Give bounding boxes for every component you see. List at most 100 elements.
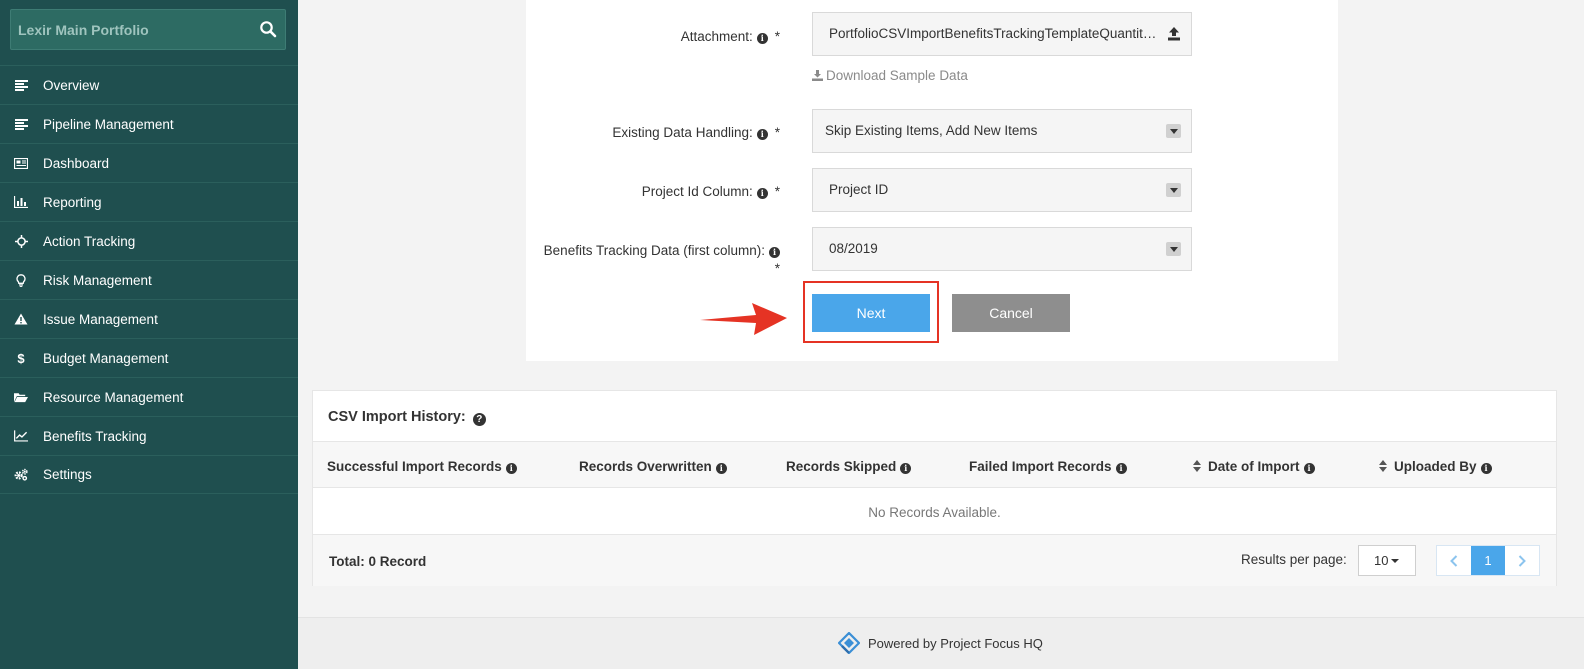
select-value: Project ID [829,182,889,197]
sidebar-item-label: Reporting [43,194,102,210]
attachment-filename: PortfolioCSVImportBenefitsTrackingTempla… [829,26,1159,41]
search-icon[interactable] [259,20,277,38]
crosshair-icon [14,234,28,248]
prev-page-button[interactable] [1437,546,1471,575]
import-history-card: CSV Import History: ? Successful Import … [312,390,1557,586]
required-mark: * [774,125,780,140]
bar-chart-icon [14,195,28,209]
column-header[interactable]: Successful Import Records i [327,459,517,474]
sidebar-item-label: Budget Management [43,350,169,366]
sidebar-item-pipeline-management[interactable]: Pipeline Management [0,104,298,143]
footer-credit: Powered by Project Focus HQ [838,632,1043,654]
chevron-down-icon [1166,242,1181,256]
info-icon[interactable]: i [756,187,768,199]
info-icon[interactable]: i [756,32,768,44]
select-value: 08/2019 [829,241,878,256]
footer-text: Powered by Project Focus HQ [868,635,1043,651]
line-chart-icon [14,429,28,443]
info-icon[interactable]: i [505,462,517,474]
arrow-annotation [700,303,787,335]
required-mark: * [774,261,780,276]
chevron-down-icon [1166,183,1181,197]
column-header-sortable[interactable]: Uploaded By i [1379,459,1492,474]
gears-icon [14,468,28,482]
sidebar-item-label: Resource Management [43,389,184,405]
page-footer: Powered by Project Focus HQ [298,617,1584,669]
table-footer: Total: 0 Record Results per page: 10 1 [313,534,1556,586]
sidebar-item-risk-management[interactable]: Risk Management [0,260,298,299]
next-page-button[interactable] [1505,546,1539,575]
list-icon [14,78,28,92]
results-per-page-label: Results per page: [1241,552,1347,567]
existing-data-label: Existing Data Handling: i * [612,125,780,140]
select-value: Skip Existing Items, Add New Items [825,123,1038,138]
attachment-label: Attachment: i * [680,29,780,44]
cancel-button[interactable]: Cancel [952,294,1070,332]
sidebar-item-reporting[interactable]: Reporting [0,182,298,221]
chevron-right-icon [1518,554,1526,567]
sidebar-nav: Overview Pipeline Management Dashboard R… [0,65,298,494]
column-header[interactable]: Records Skipped i [786,459,912,474]
sidebar-item-issue-management[interactable]: Issue Management [0,299,298,338]
list-icon [14,117,28,131]
warning-icon [14,312,28,326]
download-sample-link[interactable]: Download Sample Data [812,68,968,83]
upload-icon[interactable] [1167,26,1181,42]
column-header-sortable[interactable]: Date of Import i [1193,459,1315,474]
pagination: 1 [1436,545,1540,576]
sidebar-item-settings[interactable]: Settings [0,455,298,494]
sort-icon[interactable] [1379,460,1387,472]
history-title: CSV Import History: ? [328,409,486,426]
portfolio-selector[interactable]: Lexir Main Portfolio [10,9,286,50]
sidebar-item-label: Action Tracking [43,233,136,249]
sidebar-item-label: Pipeline Management [43,116,174,132]
page-button[interactable]: 1 [1471,546,1505,575]
caret-down-icon [1391,558,1400,563]
folder-open-icon [14,390,28,404]
results-per-page-select[interactable]: 10 [1358,545,1416,576]
sidebar-item-resource-management[interactable]: Resource Management [0,377,298,416]
info-icon[interactable]: i [1303,462,1315,474]
total-count: Total: 0 Record [329,554,427,569]
project-focus-logo-icon [838,632,860,654]
sidebar-item-label: Overview [43,77,100,93]
sidebar-item-benefits-tracking[interactable]: Benefits Tracking [0,416,298,455]
sidebar-item-label: Benefits Tracking [43,428,147,444]
dollar-icon: $ [17,350,25,366]
column-header[interactable]: Records Overwritten i [579,459,727,474]
attachment-field[interactable]: PortfolioCSVImportBenefitsTrackingTempla… [812,12,1192,56]
download-icon [812,70,823,81]
sidebar-item-budget-management[interactable]: $ Budget Management [0,338,298,377]
required-mark: * [774,184,780,199]
benefits-data-select[interactable]: 08/2019 [812,227,1192,271]
info-icon[interactable]: i [769,246,780,258]
question-icon[interactable]: ? [472,413,486,426]
sidebar-item-label: Settings [43,467,92,482]
info-icon[interactable]: i [1480,462,1492,474]
existing-data-select[interactable]: Skip Existing Items, Add New Items [812,109,1192,153]
sidebar: Lexir Main Portfolio Overview Pipeline M… [0,0,298,669]
sidebar-item-label: Dashboard [43,155,110,171]
next-button[interactable]: Next [812,294,930,332]
sidebar-item-action-tracking[interactable]: Action Tracking [0,221,298,260]
sidebar-item-overview[interactable]: Overview [0,65,298,104]
sort-icon[interactable] [1193,460,1201,472]
info-icon[interactable]: i [1115,462,1127,474]
chevron-left-icon [1450,554,1458,567]
project-id-select[interactable]: Project ID [812,168,1192,212]
info-icon[interactable]: i [900,462,912,474]
main-content: Attachment: i * PortfolioCSVImportBenefits… [298,0,1584,669]
info-icon[interactable]: i [715,462,727,474]
info-icon[interactable]: i [756,128,768,140]
project-id-label: Project Id Column: i * [641,184,780,199]
empty-state: No Records Available. [868,505,1001,520]
benefits-data-label: Benefits Tracking Data (first column): i * [543,243,780,276]
chevron-down-icon [1166,124,1181,138]
portfolio-name: Lexir Main Portfolio [18,22,149,38]
import-form: Attachment: i * PortfolioCSVImportBenefits… [526,0,1338,361]
sidebar-item-label: Risk Management [43,272,152,288]
sidebar-item-dashboard[interactable]: Dashboard [0,143,298,182]
column-header[interactable]: Failed Import Records i [969,459,1127,474]
sidebar-item-label: Issue Management [43,311,158,327]
table-header: Successful Import Records i Records Overw… [313,441,1556,488]
